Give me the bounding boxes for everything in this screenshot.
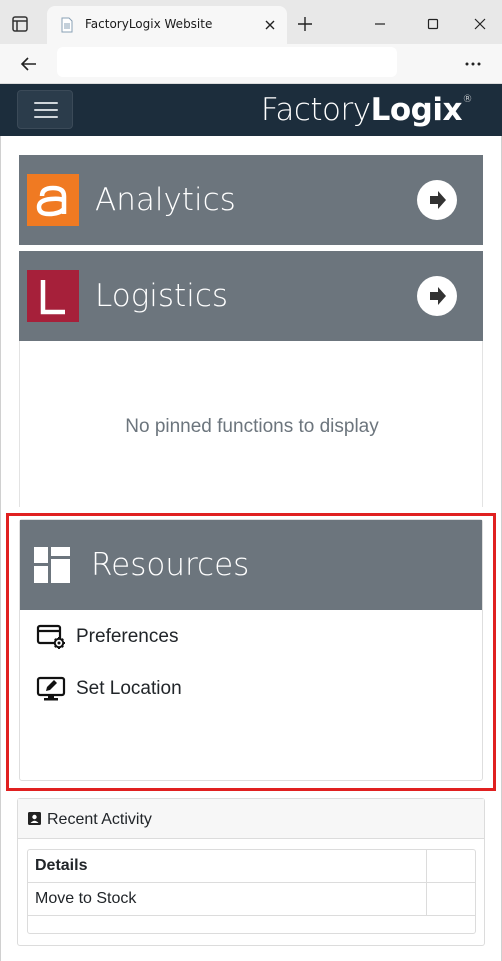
tab-title: FactoryLogix Website [85, 17, 213, 31]
arrow-right-circle-icon[interactable] [417, 180, 457, 220]
tab-actions-icon[interactable] [10, 14, 30, 34]
window-close-icon[interactable] [470, 14, 490, 34]
module-card-analytics[interactable]: Analytics [19, 155, 483, 245]
module-card-logistics[interactable]: Logistics [19, 251, 483, 341]
maximize-icon[interactable] [423, 14, 443, 34]
column-divider [426, 850, 427, 916]
browser-titlebar: FactoryLogix Website [0, 0, 502, 44]
recent-activity-table: Details Move to Stock [27, 849, 476, 934]
page-favicon-icon [59, 17, 75, 33]
address-bar [0, 44, 502, 111]
brand-logo[interactable]: FactoryLogix ® [260, 92, 473, 128]
contact-card-icon [28, 812, 41, 825]
column-header-details: Details [35, 857, 88, 874]
pinned-functions-area: No pinned functions to display [19, 341, 483, 507]
new-tab-icon[interactable] [295, 14, 315, 34]
analytics-logo-icon [27, 174, 79, 226]
app-navbar: FactoryLogix ® [0, 84, 502, 136]
url-input[interactable] [57, 47, 397, 77]
back-arrow-icon[interactable] [18, 53, 40, 75]
browser-tab[interactable]: FactoryLogix Website [47, 6, 287, 44]
minimize-icon[interactable] [370, 14, 390, 34]
tab-close-icon[interactable] [261, 16, 279, 34]
recent-activity-title: Recent Activity [47, 811, 152, 828]
brand-light-text: Factory [260, 92, 371, 128]
more-menu-icon[interactable] [462, 53, 484, 75]
table-cell-details: Move to Stock [35, 890, 137, 907]
recent-activity-card: Recent Activity Details Move to Stock [17, 798, 485, 946]
highlight-box [6, 513, 496, 791]
table-header-row: Details [28, 850, 475, 883]
module-title: Analytics [95, 182, 236, 218]
registered-mark: ® [462, 94, 473, 105]
module-title: Logistics [95, 278, 229, 314]
brand-bold-text: Logix [370, 92, 463, 128]
hamburger-menu-button[interactable] [17, 90, 73, 129]
recent-activity-header: Recent Activity [18, 799, 484, 839]
arrow-right-circle-icon[interactable] [417, 276, 457, 316]
pinned-empty-text: No pinned functions to display [125, 416, 379, 437]
logistics-logo-icon [27, 270, 79, 322]
table-row[interactable]: Move to Stock [28, 883, 475, 916]
